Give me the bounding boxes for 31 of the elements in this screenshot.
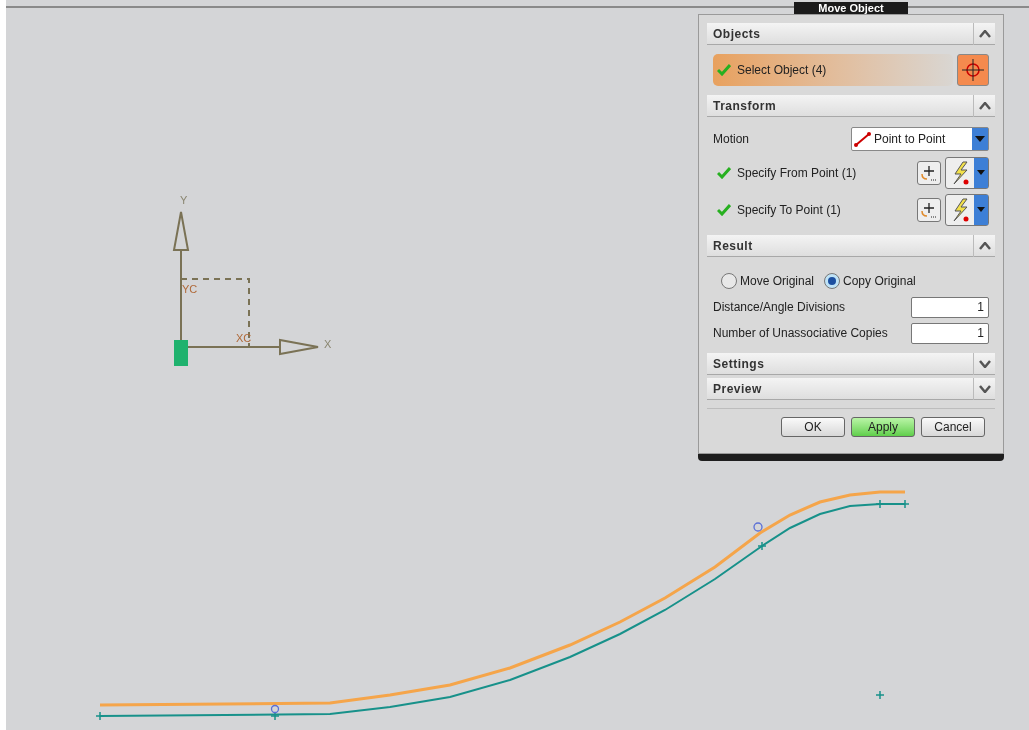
radio-option[interactable]: Move Original xyxy=(721,272,815,290)
dialog-button[interactable]: OK xyxy=(781,417,845,437)
motion-label: Motion xyxy=(713,131,750,148)
number-field[interactable]: 1 xyxy=(911,296,989,318)
number-field[interactable]: 1 xyxy=(911,322,989,344)
point-dialog-icon[interactable] xyxy=(917,160,941,185)
snap-point-dropdown[interactable] xyxy=(945,156,989,189)
field-label: Distance/Angle Divisions xyxy=(713,299,846,316)
section-header[interactable]: Settings xyxy=(707,353,995,375)
axis-label: YC xyxy=(182,283,198,295)
field-label: Number of Unassociative Copies xyxy=(713,325,888,342)
axis-label: XC xyxy=(236,332,252,344)
section-header[interactable]: Result xyxy=(707,235,995,257)
dialog-button[interactable]: Apply xyxy=(851,417,915,437)
point-label: Specify To Point (1) xyxy=(737,201,841,219)
axis-label: X xyxy=(324,338,332,350)
axis-label: Y xyxy=(180,194,188,206)
radio-option[interactable]: Copy Original xyxy=(824,272,916,290)
dialog-button[interactable]: Cancel xyxy=(921,417,985,437)
point-label: Specify From Point (1) xyxy=(737,164,857,182)
section-header[interactable]: Preview xyxy=(707,378,995,400)
section-header[interactable]: Transform xyxy=(707,95,995,117)
point-line-icon xyxy=(852,130,874,148)
point-dialog-icon[interactable] xyxy=(917,197,941,222)
select-object-label: Select Object (4) xyxy=(737,62,827,79)
snap-point-dropdown[interactable] xyxy=(945,193,989,226)
section-header[interactable]: Objects xyxy=(707,23,995,45)
motion-value: Point to Point xyxy=(874,131,947,148)
motion-dropdown[interactable]: Point to Point xyxy=(851,127,989,151)
dialog-title-bar: Move Object xyxy=(794,2,908,14)
select-object-bar[interactable]: Select Object (4) xyxy=(713,54,953,86)
